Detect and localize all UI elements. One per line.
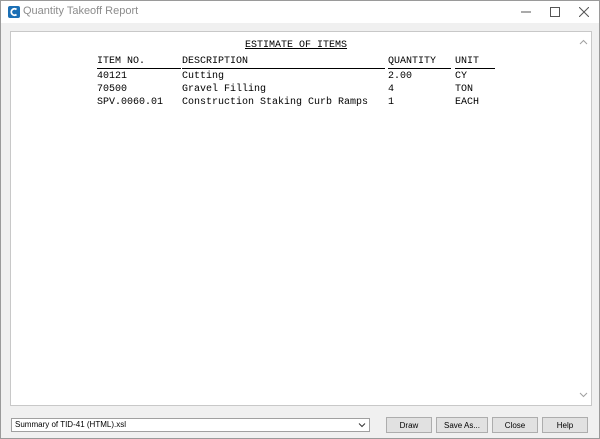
cell-description: Gravel Filling bbox=[182, 84, 267, 95]
cell-item-no: SPV.0060.01 bbox=[97, 97, 164, 108]
column-header-unit: UNIT bbox=[455, 56, 495, 69]
column-header-quantity: QUANTITY bbox=[388, 56, 451, 69]
cell-description: Construction Staking Curb Ramps bbox=[182, 97, 369, 108]
close-button[interactable]: Close bbox=[492, 417, 538, 433]
column-header-description: DESCRIPTION bbox=[182, 56, 385, 69]
app-logo-icon bbox=[8, 6, 20, 18]
cell-description: Cutting bbox=[182, 71, 225, 82]
chevron-down-icon bbox=[358, 423, 366, 428]
bottom-toolbar: Summary of TID-41 (HTML).xsl Draw Save A… bbox=[1, 413, 599, 438]
report-content-pane[interactable]: ESTIMATE OF ITEMS ITEM NO. DESCRIPTION Q… bbox=[10, 31, 592, 406]
minimize-icon bbox=[521, 11, 531, 13]
cell-quantity: 4 bbox=[388, 84, 395, 95]
close-window-button[interactable] bbox=[569, 1, 599, 23]
save-as-button[interactable]: Save As... bbox=[436, 417, 488, 433]
cell-unit: CY bbox=[455, 71, 468, 82]
cell-unit: TON bbox=[455, 84, 474, 95]
column-header-item-no: ITEM NO. bbox=[97, 56, 181, 69]
report-title: ESTIMATE OF ITEMS bbox=[245, 40, 348, 51]
scroll-up-arrow-icon[interactable] bbox=[579, 38, 588, 47]
draw-button[interactable]: Draw bbox=[386, 417, 432, 433]
maximize-icon bbox=[550, 7, 560, 17]
cell-quantity: 2.00 bbox=[388, 71, 413, 82]
cell-quantity: 1 bbox=[388, 97, 395, 108]
cell-item-no: 70500 bbox=[97, 84, 128, 95]
close-icon bbox=[579, 7, 589, 17]
title-bar[interactable]: Quantity Takeoff Report bbox=[1, 1, 599, 23]
help-button[interactable]: Help bbox=[542, 417, 588, 433]
cell-item-no: 40121 bbox=[97, 71, 128, 82]
scroll-down-arrow-icon[interactable] bbox=[579, 390, 588, 399]
cell-unit: EACH bbox=[455, 97, 480, 108]
minimize-button[interactable] bbox=[511, 1, 541, 23]
report-document: ESTIMATE OF ITEMS ITEM NO. DESCRIPTION Q… bbox=[11, 32, 577, 405]
report-window: Quantity Takeoff Report ESTIMATE OF ITEM… bbox=[0, 0, 600, 439]
vertical-scrollbar[interactable] bbox=[576, 32, 591, 405]
stylesheet-select-value: Summary of TID-41 (HTML).xsl bbox=[15, 420, 126, 429]
stylesheet-select[interactable]: Summary of TID-41 (HTML).xsl bbox=[11, 418, 370, 432]
window-title: Quantity Takeoff Report bbox=[23, 5, 139, 17]
maximize-button[interactable] bbox=[540, 1, 570, 23]
